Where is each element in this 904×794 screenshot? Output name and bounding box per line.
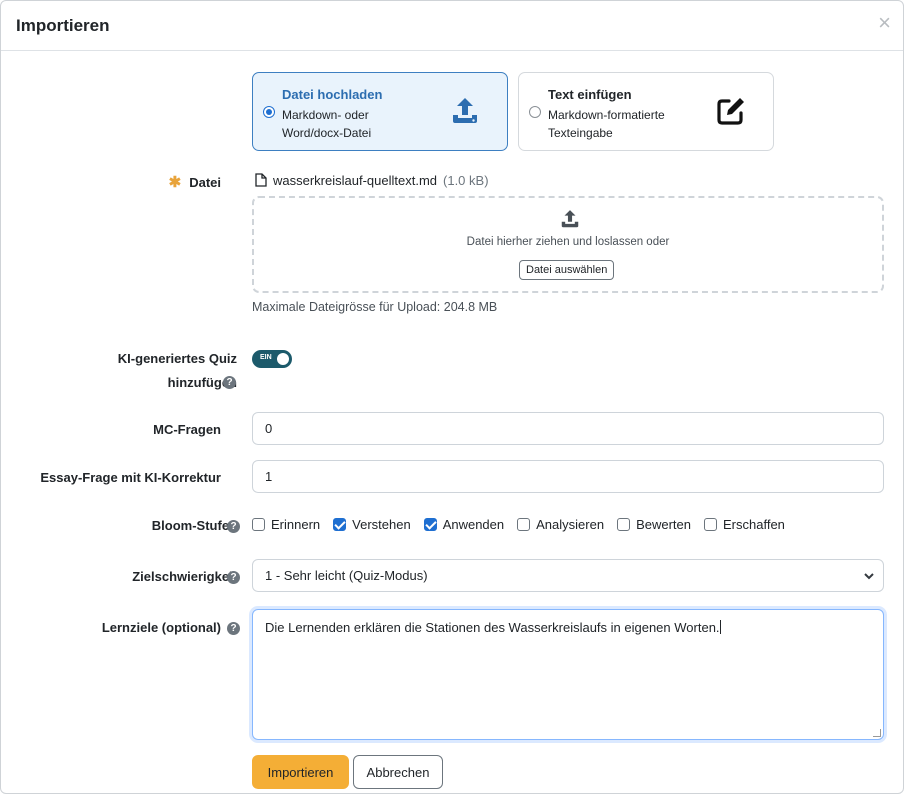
toggle-state-label: EIN [260,354,272,361]
checkbox[interactable] [423,518,437,531]
difficulty-select[interactable]: 1 - Sehr leicht (Quiz-Modus) [252,559,884,592]
import-button[interactable]: Importieren [252,755,349,789]
dropzone-text: Datei hierher ziehen und loslassen oder [466,236,670,248]
mc-questions-input[interactable]: 0 [252,412,884,445]
help-icon[interactable]: ? [227,520,240,533]
help-icon[interactable]: ? [223,376,236,389]
learning-goals-textarea[interactable]: Die Lernenden erklären die Stationen des… [252,609,884,740]
option-description: Markdown- oder Word/docx-Datei [282,108,372,140]
file-dropzone[interactable]: Datei hierher ziehen und loslassen oder … [252,196,884,293]
file-size: (1.0 kB) [443,173,489,188]
file-name: wasserkreislauf-quelltext.md [273,173,438,188]
bloom-levels: Erinnern Verstehen Anwenden Analysieren … [252,517,798,532]
selected-file: wasserkreislauf-quelltext.md (1.0 kB) [255,173,489,188]
choose-file-button[interactable]: Datei auswählen [519,260,615,280]
option-title: Datei hochladen [282,87,383,102]
cancel-button[interactable]: Abbrechen [353,755,443,789]
difficulty-label: Zielschwierigkeit [132,569,237,584]
bloom-erinnern[interactable]: Erinnern [252,517,320,532]
close-icon[interactable]: × [878,12,891,34]
max-file-size: Maximale Dateigrösse für Upload: 204.8 M… [252,300,498,314]
checkbox[interactable] [704,518,717,531]
learning-goals-label: Lernziele (optional) [101,620,221,635]
text-caret [719,620,721,634]
checkbox[interactable] [517,518,531,531]
upload-icon [453,98,477,123]
dialog-title: Importieren [16,16,110,35]
radio-file-upload[interactable] [263,106,275,118]
option-text-input[interactable]: Text einfügen Markdown-formatierte Texte… [518,72,774,151]
option-title: Text einfügen [548,87,632,102]
dialog-header: Importieren × [1,1,903,51]
edit-icon [717,98,744,125]
upload-icon [561,210,579,228]
bloom-bewerten[interactable]: Bewerten [617,517,691,532]
required-mark: ✱ [168,174,182,191]
ai-quiz-toggle[interactable]: EIN [252,350,292,368]
resize-handle[interactable] [873,729,881,737]
checkbox[interactable] [252,518,265,531]
checkbox[interactable] [333,518,347,531]
help-icon[interactable]: ? [227,622,240,635]
ai-quiz-label: KI-generiertes Quiz hinzufügen [117,351,237,390]
option-file-upload[interactable]: Datei hochladen Markdown- oder Word/docx… [252,72,508,151]
radio-text-input[interactable] [529,106,541,118]
essay-question-label: Essay-Frage mit KI-Korrektur [40,470,221,485]
bloom-analysieren[interactable]: Analysieren [517,517,604,532]
import-dialog: Importieren × Datei hochladen Markdown- … [0,0,904,794]
file-label: ✱ Datei [168,174,221,191]
help-icon[interactable]: ? [227,571,240,584]
mc-questions-label: MC-Fragen [153,422,221,437]
chevron-down-icon [864,573,874,580]
bloom-verstehen[interactable]: Verstehen [333,517,411,532]
essay-question-input[interactable]: 1 [252,460,884,493]
bloom-levels-label: Bloom-Stufen [151,518,237,533]
file-icon [255,173,267,187]
checkbox[interactable] [617,518,631,531]
bloom-anwenden[interactable]: Anwenden [423,517,504,532]
bloom-erschaffen[interactable]: Erschaffen [704,517,785,532]
toggle-knob [277,353,289,365]
option-description: Markdown-formatierte Texteingabe [548,108,665,140]
